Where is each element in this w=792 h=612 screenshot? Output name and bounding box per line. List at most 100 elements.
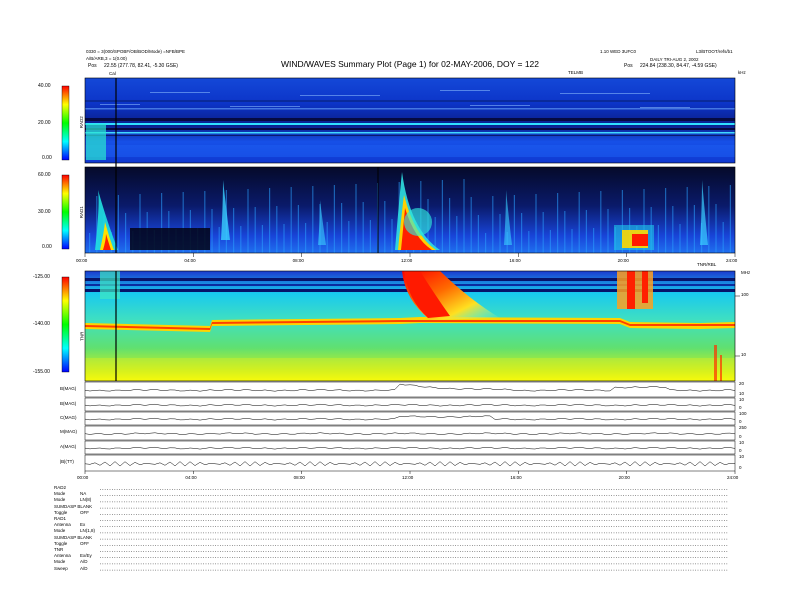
line-panel-right-tick: 250 xyxy=(739,425,747,430)
rad1-streak xyxy=(672,206,674,253)
rad1-streak xyxy=(521,213,523,253)
rad1-streak xyxy=(470,197,472,253)
rad1-streak xyxy=(261,225,263,253)
rad1-streak xyxy=(477,215,479,253)
bottom-time-tick-label: 16:00 xyxy=(510,475,522,480)
rad1-streak xyxy=(449,198,451,253)
settings-key: Mode xyxy=(54,528,66,534)
mid-time-tick-label: 20:00 xyxy=(617,258,629,263)
settings-key: Mode xyxy=(54,559,66,565)
settings-value: A/D xyxy=(80,565,88,571)
rad2-tick-mid: 20.00 xyxy=(38,120,51,126)
rad1-streak xyxy=(535,194,537,253)
line-panel-right-tick: 0 xyxy=(739,448,742,453)
rad1-streak xyxy=(571,229,573,253)
tnr-tick-top: -125.00 xyxy=(33,274,50,280)
mid-time-tick-label: 16:00 xyxy=(509,258,521,263)
line-panel-right-tick: 20 xyxy=(739,381,745,386)
rad2-panel xyxy=(61,77,736,164)
line-panel-right-tick: 10 xyxy=(739,391,745,396)
rad1-streak xyxy=(305,223,307,253)
rad1-streak xyxy=(593,228,595,253)
mid-time-tick-label: 24:00 xyxy=(726,258,738,263)
rad1-streak xyxy=(585,210,587,253)
rad1-streak xyxy=(679,224,681,253)
rad1-streak xyxy=(513,195,515,253)
rad1-streak xyxy=(355,184,357,253)
rad1-streak xyxy=(240,226,242,253)
rad1-streak xyxy=(607,209,609,253)
rad1-streak xyxy=(492,196,494,253)
line-panel-right-tick: 100 xyxy=(739,411,747,416)
mid-time-tick-label: 12:00 xyxy=(401,258,413,263)
rad1-streak xyxy=(729,185,731,253)
rad1-streak xyxy=(348,221,350,253)
rad1-streak xyxy=(333,185,335,253)
line-panel-label: A(MAG) xyxy=(60,443,77,449)
tnr-tick-mid: -140.00 xyxy=(33,321,50,327)
rad1-streak xyxy=(391,219,393,253)
mid-time-tick-label: 08:00 xyxy=(292,258,304,263)
rad1-streak xyxy=(485,233,487,253)
settings-value: LN(8) xyxy=(80,497,92,503)
line-panel-label: B(MAG) xyxy=(60,385,77,391)
rad1-streak xyxy=(211,209,213,253)
rad1-streak xyxy=(369,220,371,253)
bottom-time-tick-label: 04:00 xyxy=(185,475,197,480)
rad1-streak xyxy=(693,205,695,253)
rad1-streak xyxy=(542,212,544,253)
settings-value: OFF xyxy=(80,540,89,546)
settings-key: SUMDASP BLANK xyxy=(54,534,93,540)
rad1-streak xyxy=(456,216,458,253)
rad1-streak xyxy=(297,205,299,253)
line-panel-label: B(MAG) xyxy=(60,400,77,406)
rad1-tick-mid: 30.00 xyxy=(38,209,51,215)
settings-value: NA xyxy=(80,491,87,497)
tnr-right-tick-10: 10 xyxy=(741,352,747,357)
rad1-streak xyxy=(549,230,551,253)
line-panel-right-tick: 0 xyxy=(739,434,742,439)
tnr-label: TNR xyxy=(79,331,85,341)
line-panel-right-tick: 10 xyxy=(739,440,745,445)
rad1-streak xyxy=(708,186,710,253)
rad1-streak xyxy=(254,207,256,253)
line-panel-trace xyxy=(84,446,736,450)
rad1-streak xyxy=(715,204,717,253)
settings-value: Ex xyxy=(80,522,86,528)
line-panel-frame xyxy=(84,454,736,472)
rad1-streak xyxy=(578,192,580,253)
settings-key: Toggle xyxy=(54,509,68,515)
rad1-streak xyxy=(269,188,271,253)
rad2-tick-bottom: 0.00 xyxy=(42,155,52,161)
rad1-streak xyxy=(89,233,91,253)
line-panel-trace xyxy=(84,383,736,392)
rad2-cursor-label: Cal xyxy=(109,71,116,76)
line-panel-right-tick: 10 xyxy=(739,454,745,459)
line-panel-right-tick: 10 xyxy=(739,397,745,402)
settings-key: Mode xyxy=(54,491,66,497)
settings-value: OFF xyxy=(80,509,89,515)
line-panel-frame xyxy=(84,381,736,398)
rad1-streak xyxy=(384,201,386,253)
rad1-streak xyxy=(233,208,235,253)
line-panels xyxy=(84,381,736,472)
settings-key: Mode xyxy=(54,497,66,503)
tnr-right-unit: MHz xyxy=(741,270,751,275)
tnr-tick-bottom: -155.00 xyxy=(33,369,50,375)
rad1-streak xyxy=(463,179,465,253)
settings-key: RAD1 xyxy=(54,516,67,521)
line-panel-label: M(MAG) xyxy=(60,429,77,434)
settings-key: Toggle xyxy=(54,540,68,546)
rad1-streak xyxy=(362,202,364,253)
mid-time-tick-label: 04:00 xyxy=(184,258,196,263)
mid-right-label: TNR/RBL xyxy=(697,262,717,267)
tnr-right-tick-100: 100 xyxy=(741,292,749,297)
settings-value: LN(1,8) xyxy=(80,528,96,534)
settings-key: Antenna xyxy=(54,553,71,559)
rad1-streak xyxy=(665,188,667,253)
rad1-streak xyxy=(528,231,530,253)
rad1-tick-top: 60.00 xyxy=(38,172,51,178)
tnr-panel xyxy=(61,270,740,382)
rad1-streak xyxy=(657,225,659,253)
rad1-label: RAD1 xyxy=(78,206,84,219)
